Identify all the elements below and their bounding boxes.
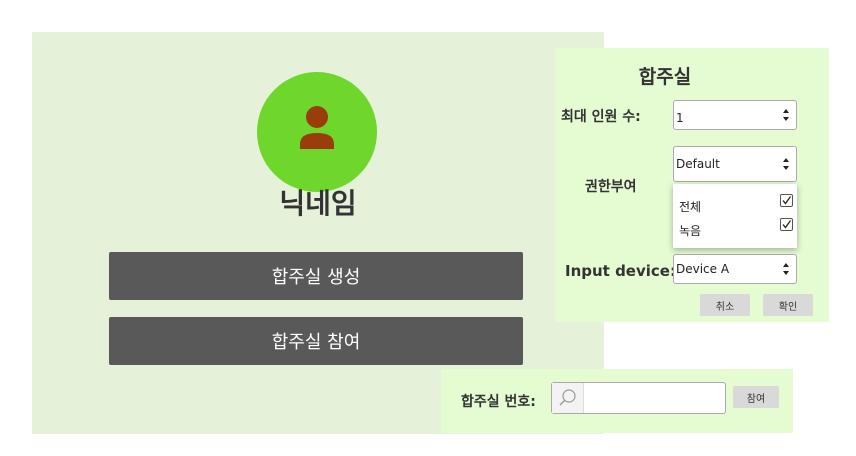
max-members-stepper[interactable]: 1 xyxy=(673,100,797,130)
max-members-label: 최대 인원 수: xyxy=(561,109,641,125)
checkmark-icon xyxy=(782,196,792,205)
join-button[interactable]: 참여 xyxy=(733,386,779,408)
user-icon xyxy=(300,106,334,149)
permission-option-all[interactable]: 전체 xyxy=(679,198,701,215)
room-number-field[interactable] xyxy=(551,382,728,415)
max-members-value: 1 xyxy=(676,111,684,125)
permission-all-checkbox[interactable] xyxy=(780,194,793,207)
confirm-button[interactable]: 확인 xyxy=(763,294,813,316)
checkmark-icon xyxy=(782,220,792,229)
input-device-value: Device A xyxy=(676,262,730,276)
avatar xyxy=(257,72,377,192)
room-settings-dialog: 합주실 최대 인원 수: 1 권한부여 Default 전체 녹음 Input … xyxy=(555,48,829,322)
create-room-button[interactable]: 합주실 생성 xyxy=(109,252,523,300)
input-device-select[interactable]: Device A xyxy=(673,254,797,284)
permission-select[interactable]: Default xyxy=(673,146,797,182)
nickname: 닉네임 xyxy=(279,187,357,220)
permission-record-checkbox[interactable] xyxy=(780,218,793,231)
spinner-arrows-icon[interactable] xyxy=(782,108,790,122)
room-number-input[interactable] xyxy=(584,383,728,415)
input-device-label: Input device: xyxy=(565,262,676,280)
permission-dropdown: 전체 녹음 xyxy=(673,184,797,248)
search-icon xyxy=(559,389,576,406)
spinner-arrows-icon[interactable] xyxy=(782,262,790,276)
search-icon-container xyxy=(552,383,584,413)
room-number-bar: 합주실 번호: 참여 xyxy=(441,369,793,433)
dialog-title: 합주실 xyxy=(638,66,692,88)
spinner-arrows-icon[interactable] xyxy=(782,157,790,171)
permission-label: 권한부여 xyxy=(585,179,637,195)
cancel-button[interactable]: 취소 xyxy=(700,294,750,316)
join-room-button[interactable]: 합주실 참여 xyxy=(109,317,523,365)
room-number-label: 합주실 번호: xyxy=(461,394,536,410)
permission-option-record[interactable]: 녹음 xyxy=(679,222,701,239)
permission-value: Default xyxy=(676,157,720,171)
